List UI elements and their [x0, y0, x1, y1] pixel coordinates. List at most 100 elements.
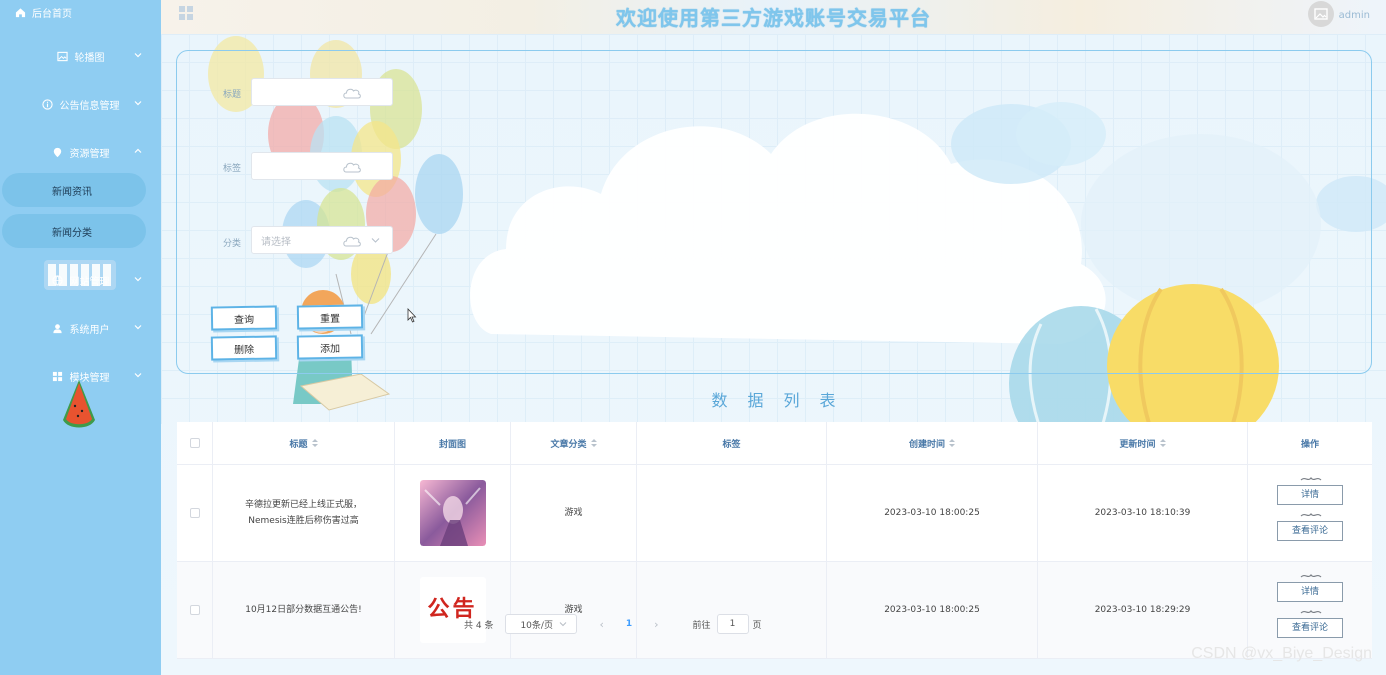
top-header: 欢迎使用第三方游戏账号交易平台 admin — [161, 0, 1386, 34]
goto-input[interactable]: 1 — [716, 614, 749, 634]
chevron-down-icon — [134, 53, 142, 58]
goto-label: 前往 — [692, 620, 711, 631]
sidebar-item-users[interactable]: 系统用户 — [0, 313, 161, 343]
sidebar-item-notice[interactable]: 公告信息管理 — [0, 89, 161, 119]
category-cell: 游戏 — [511, 562, 637, 658]
comments-button[interactable]: 查看评论 — [1277, 610, 1343, 638]
select-all-checkbox[interactable] — [189, 438, 200, 448]
info-icon — [42, 98, 54, 110]
next-page-icon[interactable]: › — [654, 618, 658, 631]
current-page[interactable]: 1 — [626, 619, 632, 629]
add-button[interactable]: 添加 — [296, 334, 364, 360]
chevron-down-icon — [134, 373, 142, 378]
table-header: 标题 封面图 文章分类 标签 创建时间 更新时间 操作 — [177, 422, 1372, 465]
chevron-down-icon — [559, 622, 567, 627]
category-select[interactable]: 请选择 — [251, 226, 393, 254]
data-table: 标题 封面图 文章分类 标签 创建时间 更新时间 操作 辛德拉更新已经上线正式服… — [177, 422, 1372, 659]
sidebar-item-label: 公告信息管理 — [59, 100, 120, 112]
location-icon — [52, 146, 64, 158]
page-title: 欢迎使用第三方游戏账号交易平台 — [616, 6, 931, 30]
column-header-actions: 操作 — [1248, 422, 1372, 464]
sidebar-subitem-news-category[interactable]: 新闻分类 — [2, 214, 146, 248]
cloud-icon — [343, 162, 361, 173]
detail-button[interactable]: 详情 — [1277, 477, 1343, 505]
cover-cell — [395, 465, 511, 561]
chevron-down-icon — [371, 238, 380, 243]
tag-cell — [637, 562, 827, 658]
tag-cell — [637, 465, 827, 561]
ornament-icon — [1300, 513, 1322, 517]
avatar[interactable] — [1308, 1, 1334, 27]
column-header-label: 创建时间 — [908, 439, 945, 450]
column-header-label: 标题 — [289, 439, 308, 450]
page-size-select[interactable]: 10条/页 — [505, 614, 578, 634]
column-header-title[interactable]: 标题 — [213, 422, 395, 464]
column-header-label: 更新时间 — [1119, 439, 1156, 450]
sidebar-item-carousel[interactable]: 轮播图 — [0, 41, 161, 71]
sort-icon[interactable] — [590, 439, 597, 447]
query-button[interactable]: 查询 — [210, 305, 278, 331]
category-label: 分类 — [223, 239, 242, 249]
tag-input[interactable] — [251, 152, 393, 180]
sidebar-item-label: 资源管理 — [69, 148, 110, 160]
watermelon-decoration — [63, 380, 95, 428]
sort-icon[interactable] — [1159, 439, 1166, 447]
cloud-icon — [343, 88, 361, 99]
column-header-label: 标签 — [722, 439, 741, 450]
column-header-label: 封面图 — [438, 439, 466, 450]
column-header-updated[interactable]: 更新时间 — [1038, 422, 1248, 464]
title-cell: 10月12日部分数据互通公告! — [213, 562, 395, 658]
category-placeholder: 请选择 — [261, 236, 291, 248]
mouse-cursor-icon — [407, 308, 417, 323]
detail-button-label: 详情 — [1300, 587, 1319, 597]
category-cell: 游戏 — [511, 465, 637, 561]
pagination-total: 共 4 条 — [464, 620, 494, 631]
detail-button[interactable]: 详情 — [1277, 574, 1343, 602]
sidebar-item-label: 轮播图 — [74, 52, 105, 64]
sort-icon[interactable] — [949, 439, 955, 447]
title-input[interactable] — [251, 78, 393, 106]
chevron-down-icon — [134, 325, 142, 330]
column-header-label: 文章分类 — [550, 439, 587, 450]
detail-button-label: 详情 — [1300, 490, 1319, 500]
actions-cell: 详情 查看评论 — [1248, 562, 1372, 658]
sidebar-item-label: 网站管理 — [69, 276, 110, 288]
actions-cell: 详情 查看评论 — [1248, 465, 1372, 561]
page-size-value: 10条/页 — [520, 620, 553, 631]
pagination: 共 4 条 10条/页 ‹ 1 › 前往 1 页 — [464, 614, 762, 634]
ornament-icon — [1300, 610, 1322, 614]
sidebar-subitem-news[interactable]: 新闻资讯 — [2, 173, 146, 207]
user-icon — [52, 322, 64, 334]
updated-cell: 2023-03-10 18:29:29 — [1038, 562, 1248, 658]
comments-button[interactable]: 查看评论 — [1277, 513, 1343, 541]
home-icon — [14, 6, 26, 18]
sidebar-home-label: 后台首页 — [32, 8, 72, 20]
reset-button[interactable]: 重置 — [296, 304, 364, 330]
prev-page-icon[interactable]: ‹ — [599, 618, 603, 631]
column-header-tag: 标签 — [637, 422, 827, 464]
delete-button[interactable]: 删除 — [210, 335, 278, 361]
sidebar-item-site[interactable]: 网站管理 — [0, 265, 161, 295]
row-select-cell — [177, 562, 213, 658]
comments-button-label: 查看评论 — [1291, 526, 1328, 536]
column-header-label: 操作 — [1300, 439, 1319, 450]
column-header-category[interactable]: 文章分类 — [511, 422, 637, 464]
row-checkbox[interactable] — [189, 605, 200, 615]
title-cell: 辛德拉更新已经上线正式服，Nemesis连胜后称伤害过高 — [213, 465, 395, 561]
username[interactable]: admin — [1339, 10, 1370, 21]
row-checkbox[interactable] — [189, 508, 200, 518]
goto-value: 1 — [729, 619, 736, 629]
created-cell: 2023-03-10 18:00:25 — [827, 562, 1038, 658]
comments-button-label: 查看评论 — [1291, 623, 1328, 633]
cover-image[interactable] — [419, 480, 486, 546]
ornament-icon — [1300, 477, 1322, 481]
sidebar-item-resources[interactable]: 资源管理 — [0, 137, 161, 167]
title-label: 标题 — [223, 90, 242, 100]
main-content: 标题 标签 分类 请选择 查询 重置 删除 添加 数据列表 标题 封面图 文章分… — [161, 34, 1386, 675]
column-header-created[interactable]: 创建时间 — [827, 422, 1038, 464]
sidebar-home[interactable]: 后台首页 — [0, 0, 161, 24]
sidebar-item-label: 系统用户 — [69, 324, 110, 336]
sidebar-subitem-label: 新闻分类 — [52, 227, 92, 239]
sidebar-subitem-label: 新闻资讯 — [52, 186, 92, 198]
sort-icon[interactable] — [311, 439, 318, 447]
